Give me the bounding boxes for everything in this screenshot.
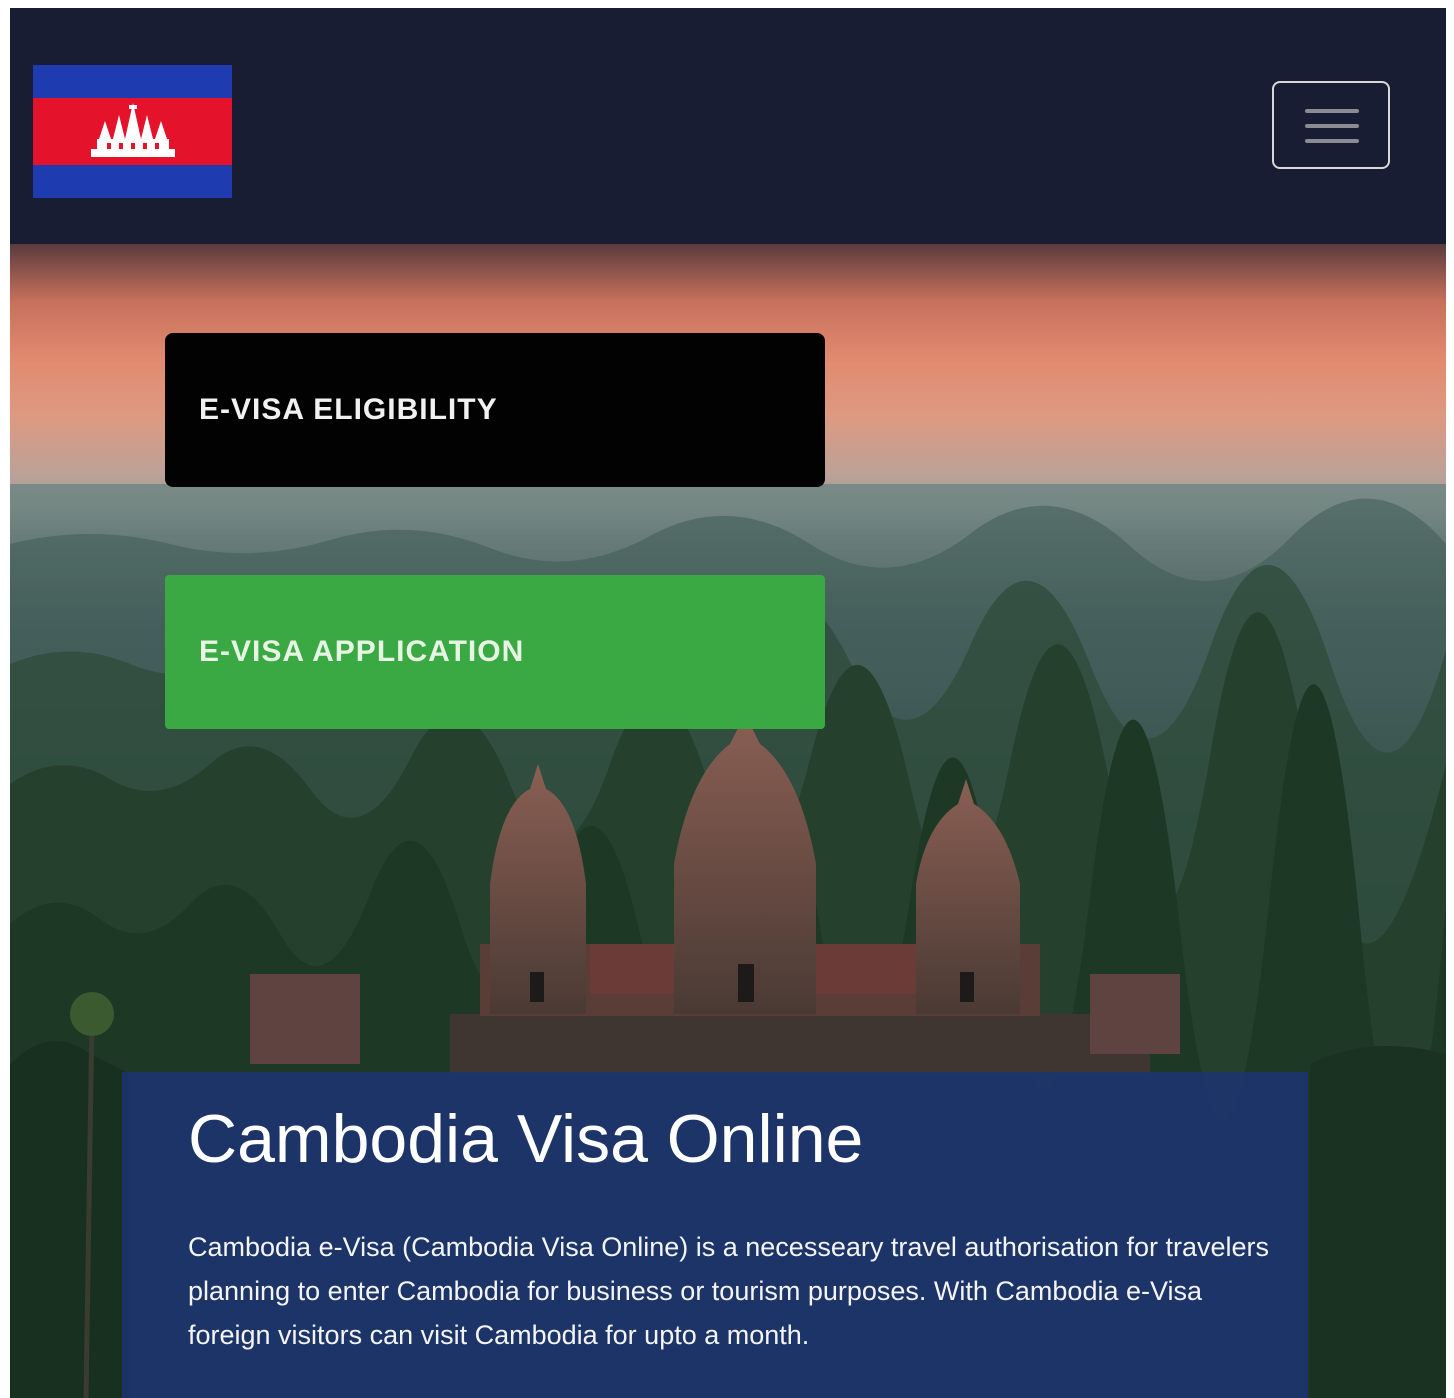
hamburger-bar — [1305, 124, 1359, 128]
page: E-VISA ELIGIBILITY E-VISA APPLICATION Ca… — [10, 8, 1446, 1398]
hamburger-menu-icon — [1305, 109, 1359, 113]
e-visa-eligibility-button[interactable]: E-VISA ELIGIBILITY — [165, 333, 825, 487]
page-title: Cambodia Visa Online — [188, 1101, 864, 1177]
hero-section: E-VISA ELIGIBILITY E-VISA APPLICATION Ca… — [10, 244, 1446, 1398]
intro-description: Cambodia e-Visa (Cambodia Visa Online) i… — [188, 1231, 1270, 1350]
hamburger-menu-button[interactable] — [1272, 81, 1390, 169]
cambodia-flag-icon[interactable] — [33, 65, 232, 198]
hamburger-bar — [1305, 139, 1359, 143]
navbar — [10, 8, 1446, 244]
e-visa-application-button[interactable]: E-VISA APPLICATION — [165, 575, 825, 729]
intro-panel: Cambodia Visa Online Cambodia e-Visa (Ca… — [122, 1072, 1308, 1398]
